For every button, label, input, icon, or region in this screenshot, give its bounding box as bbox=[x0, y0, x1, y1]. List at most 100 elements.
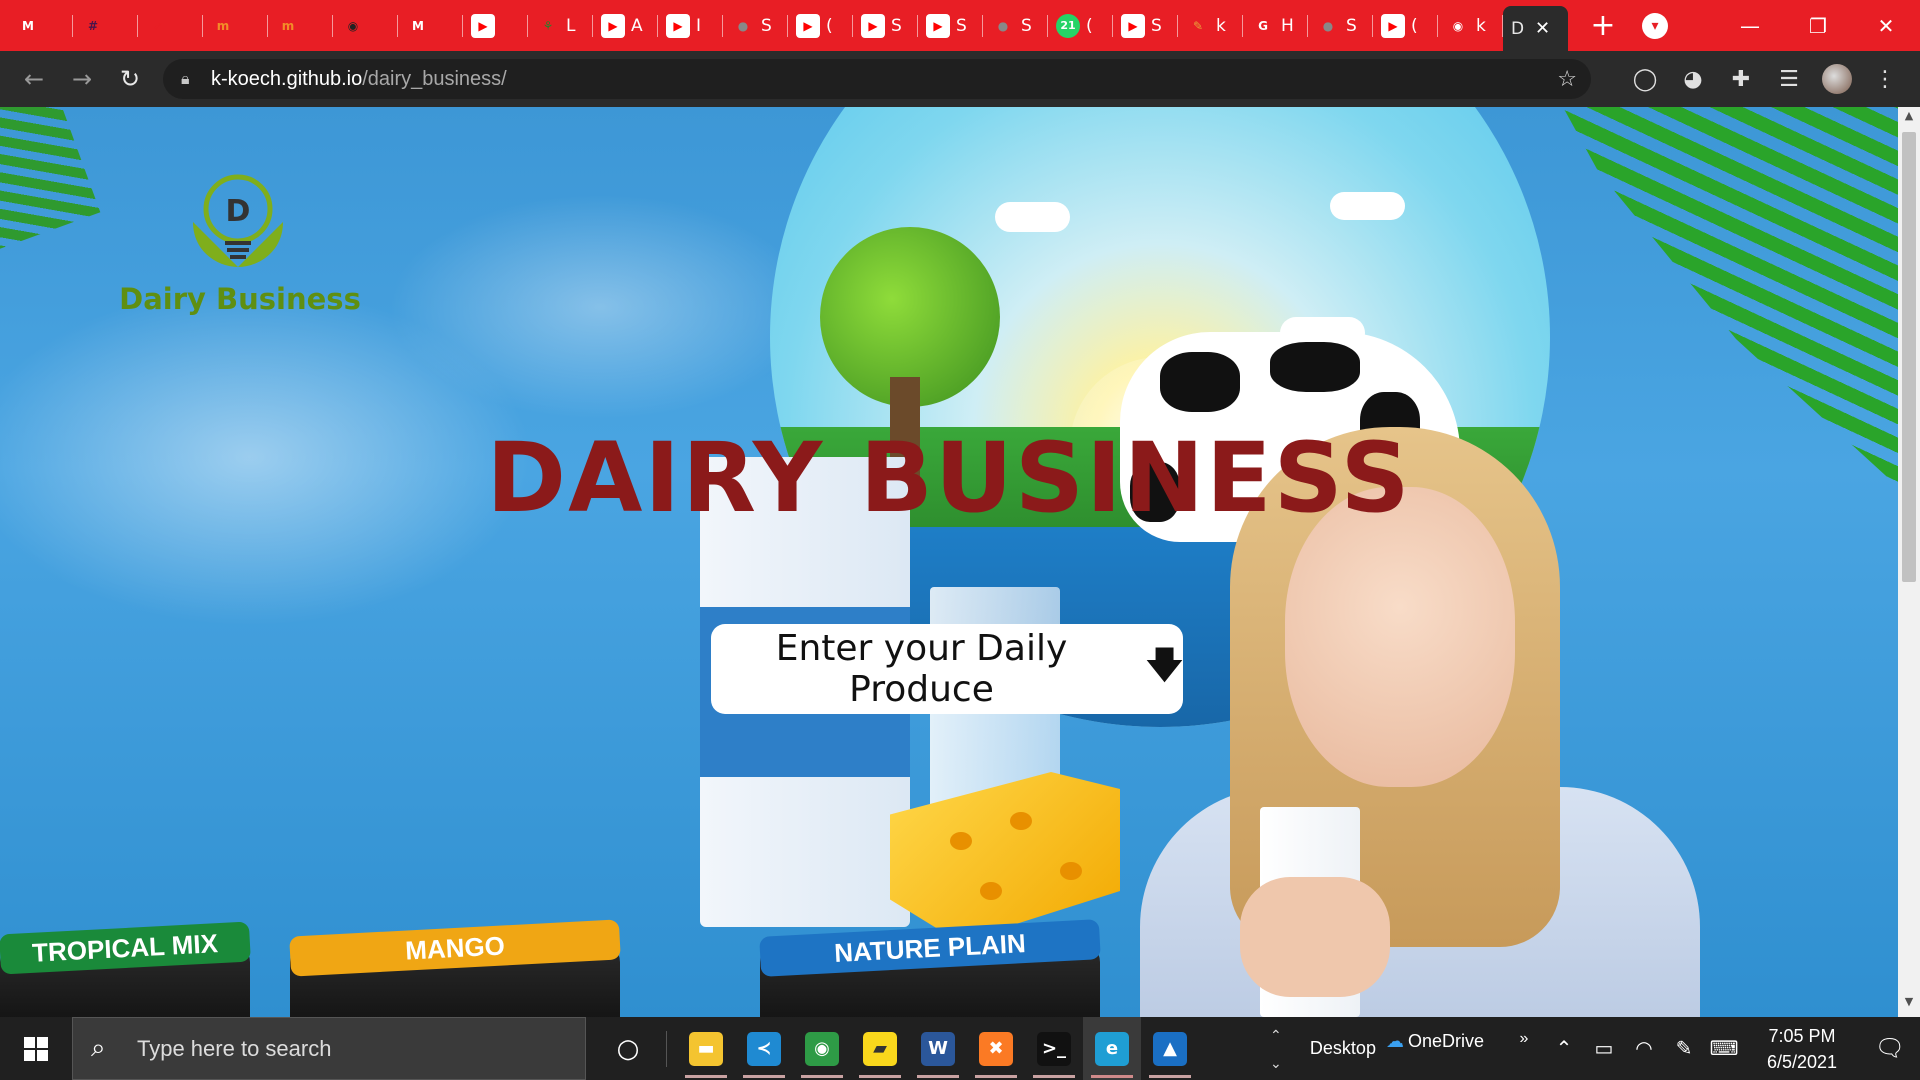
tab[interactable]: M bbox=[8, 0, 73, 51]
media-control-icon[interactable]: ☰ bbox=[1774, 67, 1804, 92]
tab-label: k bbox=[1216, 15, 1226, 36]
github-icon: ◉ bbox=[1452, 18, 1464, 33]
taskbar-app[interactable]: W bbox=[909, 1017, 967, 1080]
taskbar-clock[interactable]: 7:05 PM 6/5/2021 bbox=[1752, 1023, 1852, 1075]
page-scrollbar[interactable]: ▲ ▼ bbox=[1898, 107, 1920, 1017]
tab[interactable]: ◉ k bbox=[1438, 0, 1503, 51]
youtube-icon: ▶ bbox=[1121, 13, 1145, 38]
action-center-icon[interactable]: 🗨︎ bbox=[1860, 1034, 1920, 1063]
tab[interactable]: ● S bbox=[983, 0, 1048, 51]
scroll-up-icon[interactable]: ▲ bbox=[1898, 109, 1920, 129]
slack-icon: # bbox=[87, 18, 99, 33]
tab[interactable]: M bbox=[398, 0, 463, 51]
tab[interactable]: m bbox=[268, 0, 333, 51]
color-extension-icon[interactable]: ◕ bbox=[1678, 67, 1708, 92]
taskbar-app[interactable]: ▬ bbox=[677, 1017, 735, 1080]
tab-label: L bbox=[566, 15, 576, 36]
lock-icon[interactable]: 🔒︎ bbox=[181, 69, 201, 89]
tab[interactable]: ▶( bbox=[788, 0, 853, 51]
tab-label: ( bbox=[1411, 15, 1418, 36]
tab[interactable]: # bbox=[73, 0, 138, 51]
tab[interactable]: ● S bbox=[1308, 0, 1373, 51]
close-tab-icon[interactable]: ✕ bbox=[1535, 18, 1550, 39]
scrollbar-thumb[interactable] bbox=[1902, 132, 1916, 582]
address-bar[interactable]: 🔒︎ k-koech.github.io/dairy_business/ ☆ bbox=[163, 59, 1591, 99]
bookmark-star-icon[interactable]: ☆ bbox=[1557, 67, 1577, 92]
taskbar-app[interactable]: ≺ bbox=[735, 1017, 793, 1080]
taskbar-app[interactable]: ▰ bbox=[851, 1017, 909, 1080]
pen-workspace-icon[interactable]: ✎ bbox=[1664, 1036, 1704, 1061]
tab[interactable]: ● S bbox=[723, 0, 788, 51]
window-close-icon[interactable]: ✕ bbox=[1852, 14, 1920, 38]
youtube-icon: ▶ bbox=[601, 13, 625, 38]
tab[interactable]: ⚘ L bbox=[528, 0, 593, 51]
pen-icon: ✎ bbox=[1192, 18, 1204, 33]
tab[interactable]: ✎ k bbox=[1178, 0, 1243, 51]
show-hidden-icons-icon[interactable]: ⌃ bbox=[1544, 1036, 1584, 1061]
tab-list: M # ➶ m m ◉ M ▶ ⚘ L ▶ A ▶ I ● S ▶(▶ S ▶ S ● S 21(▶ S ✎ k G H ● S ▶(◉ k bbox=[0, 0, 1503, 51]
tab[interactable]: ▶ A bbox=[593, 0, 658, 51]
tab[interactable]: ▶( bbox=[1373, 0, 1438, 51]
taskbar-app[interactable]: ◉ bbox=[793, 1017, 851, 1080]
onedrive-toolbar[interactable]: ☁ OneDrive bbox=[1386, 1031, 1484, 1052]
tab[interactable]: ▶ S bbox=[918, 0, 983, 51]
logo-bulb-icon: D bbox=[193, 174, 283, 267]
site-logo[interactable]: D Dairy Business bbox=[115, 167, 365, 317]
onedrive-cloud-icon: ☁ bbox=[1385, 1031, 1404, 1051]
github-extension-icon[interactable]: ◯ bbox=[1630, 67, 1660, 92]
search-icon: ⌕ bbox=[91, 1033, 106, 1063]
tab[interactable]: ▶ S bbox=[1113, 0, 1178, 51]
wifi-icon[interactable]: ◠ bbox=[1624, 1036, 1664, 1061]
battery-icon[interactable]: ▭ bbox=[1584, 1036, 1624, 1061]
cortana-icon[interactable]: ○ bbox=[600, 1034, 656, 1064]
tab[interactable]: ➶ bbox=[138, 0, 203, 51]
menu-kebab-icon[interactable]: ⋮ bbox=[1870, 67, 1900, 92]
restore-icon[interactable]: ❐ bbox=[1784, 14, 1852, 38]
new-tab-button[interactable]: + bbox=[1578, 8, 1628, 43]
tab-label: S bbox=[956, 15, 967, 36]
taskbar-app[interactable]: ✖ bbox=[967, 1017, 1025, 1080]
reload-icon[interactable]: ↻ bbox=[106, 65, 154, 93]
tab[interactable]: 21 ( bbox=[1048, 0, 1113, 51]
tab[interactable]: ▶ bbox=[463, 0, 528, 51]
tab[interactable]: ◉ bbox=[333, 0, 398, 51]
tab[interactable]: m bbox=[203, 0, 268, 51]
gmail-icon: M bbox=[22, 18, 34, 33]
sticky-notes-icon: ▰ bbox=[863, 1031, 897, 1066]
clock-date: 6/5/2021 bbox=[1766, 1051, 1838, 1072]
extensions-puzzle-icon[interactable]: ✚ bbox=[1726, 67, 1756, 92]
hero-title: DAIRY BUSINESS bbox=[486, 422, 1412, 534]
tab-active[interactable]: D ✕ bbox=[1503, 6, 1568, 51]
minimize-icon[interactable]: — bbox=[1716, 14, 1784, 38]
gmail-icon: M bbox=[412, 18, 424, 33]
taskbar-app[interactable]: ▲ bbox=[1141, 1017, 1199, 1080]
scroll-down-icon[interactable]: ▼ bbox=[1898, 995, 1920, 1015]
tab[interactable]: GH bbox=[1243, 0, 1308, 51]
edge-icon: e bbox=[1095, 1031, 1129, 1066]
tab-label: I bbox=[696, 15, 702, 36]
forward-icon[interactable]: → bbox=[58, 65, 106, 93]
taskbar-app[interactable]: >_ bbox=[1025, 1017, 1083, 1080]
cloud bbox=[1330, 192, 1405, 220]
taskbar-scroll-arrows[interactable]: ⌃ ⌄ bbox=[1262, 1021, 1290, 1077]
enter-daily-produce-button[interactable]: Enter your Daily Produce 🡇 bbox=[711, 624, 1183, 714]
tab[interactable]: ▶ I bbox=[658, 0, 723, 51]
toolbar-overflow-icon[interactable]: » bbox=[1504, 1030, 1544, 1048]
start-button[interactable] bbox=[0, 1017, 72, 1080]
tab-search-icon[interactable]: ▾ bbox=[1642, 12, 1668, 39]
tab-label: S bbox=[1021, 15, 1032, 36]
back-icon[interactable]: ← bbox=[10, 65, 58, 93]
tab[interactable]: ▶ S bbox=[853, 0, 918, 51]
taskbar-app[interactable]: e bbox=[1083, 1017, 1141, 1080]
rocket-icon: ➶ bbox=[152, 18, 164, 33]
keyboard-icon[interactable]: ⌨ bbox=[1704, 1036, 1744, 1061]
youtube-icon: ▶ bbox=[471, 13, 495, 38]
profile-avatar[interactable] bbox=[1822, 64, 1852, 94]
url-text[interactable]: k-koech.github.io/dairy_business/ bbox=[211, 68, 507, 91]
taskbar-search-box[interactable]: ⌕ Type here to search bbox=[72, 1017, 586, 1080]
tab-label: ( bbox=[1086, 15, 1093, 36]
tab-label: S bbox=[1346, 15, 1357, 36]
desktop-toolbar-label[interactable]: Desktop bbox=[1310, 1038, 1376, 1059]
taskbar-divider bbox=[666, 1030, 667, 1067]
browser-toolbar: ← → ↻ 🔒︎ k-koech.github.io/dairy_busines… bbox=[0, 51, 1920, 107]
